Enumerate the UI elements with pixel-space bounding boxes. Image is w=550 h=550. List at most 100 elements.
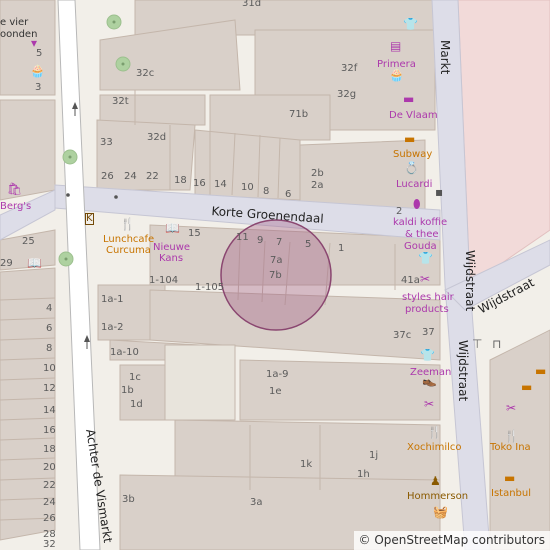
house-number: 7a xyxy=(270,255,283,266)
clothes-icon[interactable]: 👕 xyxy=(403,18,418,30)
house-number: 41a xyxy=(401,275,420,286)
house-number: 14 xyxy=(214,179,227,190)
house-number: 6 xyxy=(285,189,292,200)
attribution-link[interactable]: © OpenStreetMap contributors xyxy=(353,531,550,550)
house-number: 2b xyxy=(311,168,324,179)
house-number: 22 xyxy=(146,171,159,182)
clothes-icon-zeeman[interactable]: 👕 xyxy=(420,349,435,361)
house-number: 24 xyxy=(43,497,56,508)
house-number: 18 xyxy=(43,444,56,455)
poi-label-primera[interactable]: Primera xyxy=(377,59,416,70)
house-number: 3b xyxy=(122,494,135,505)
house-number: 1a-10 xyxy=(110,347,139,358)
house-number: 33 xyxy=(100,137,113,148)
restaurant-icon-lunchcafe[interactable]: 🍴 xyxy=(120,218,135,230)
house-number: 7b xyxy=(269,270,282,281)
poi-label-berg[interactable]: Berg's xyxy=(0,201,31,212)
house-number: 26 xyxy=(101,171,114,182)
house-number: 25 xyxy=(22,236,35,247)
house-number: 11 xyxy=(236,232,249,243)
house-number: 5 xyxy=(305,239,312,250)
house-number: 15 xyxy=(188,228,201,239)
clothes-icon-41a[interactable]: 👕 xyxy=(418,252,433,264)
house-number: 1k xyxy=(300,459,313,470)
poi-label-vier-1[interactable]: e vier xyxy=(0,17,28,28)
house-number: 71b xyxy=(289,109,309,120)
house-number: 1d xyxy=(130,399,143,410)
house-number: 1-105 xyxy=(195,282,225,293)
poi-label-istanbul[interactable]: Istanbul xyxy=(491,488,531,499)
hairdresser-icon[interactable]: ✂ xyxy=(420,273,430,285)
house-number: 1-104 xyxy=(149,275,179,286)
house-number: 32c xyxy=(136,68,155,79)
poi-label-styles-2[interactable]: products xyxy=(405,304,449,315)
house-number: 1 xyxy=(338,243,345,254)
shop-icon-berg[interactable]: 🛍 xyxy=(7,183,22,195)
poi-label-lucardi[interactable]: Lucardi xyxy=(396,179,432,190)
bakery-icon[interactable]: 🧁 xyxy=(389,69,404,81)
supermarket-icon[interactable]: 🧺 xyxy=(433,506,448,518)
restaurant-icon[interactable]: 🍴 xyxy=(427,426,442,438)
house-number: 16 xyxy=(193,178,206,189)
jewelry-icon[interactable]: 💍 xyxy=(404,162,419,174)
poi-label-hommerson[interactable]: Hommerson xyxy=(407,491,468,502)
fast-food-icon-istanbul[interactable]: ▬ xyxy=(504,472,515,484)
house-number: 1j xyxy=(369,450,379,461)
house-number: 18 xyxy=(174,175,187,186)
house-number: 26 xyxy=(43,513,56,524)
poi-label-nieuwe-kans-1[interactable]: Nieuwe xyxy=(153,242,190,253)
poi-label-kaldi-3[interactable]: Gouda xyxy=(404,241,437,252)
house-number: 32f xyxy=(341,63,358,74)
toy-icon[interactable]: ♟ xyxy=(430,475,441,487)
fast-food-icon-right[interactable]: ▬ xyxy=(535,365,546,377)
bench-icon-2: ⊓ xyxy=(492,337,502,351)
house-number: 10 xyxy=(43,363,56,374)
newsagent-icon[interactable]: ▤ xyxy=(390,40,401,52)
poi-label-vier-2[interactable]: oonden xyxy=(0,29,37,40)
poi-label-subway[interactable]: Subway xyxy=(393,149,432,160)
house-number: 32d xyxy=(147,132,167,143)
house-number: 20 xyxy=(43,462,56,473)
house-number: 3a xyxy=(250,497,263,508)
house-number: 1e xyxy=(269,386,282,397)
street-wijdstraat-vertical-2: Wijdstraat xyxy=(456,340,470,402)
fast-food-icon-right-2[interactable]: ▬ xyxy=(521,381,532,393)
house-number: 22 xyxy=(43,480,56,491)
house-number: 1a-2 xyxy=(101,322,124,333)
poi-label-toko-ina[interactable]: Toko Ina xyxy=(490,442,531,453)
poi-label-nieuwe-kans-2[interactable]: Kans xyxy=(159,253,183,264)
poi-label-lunchcafe-1[interactable]: Lunchcafe xyxy=(103,234,154,245)
house-number: 32 xyxy=(43,539,56,550)
book-icon[interactable]: 📖 xyxy=(165,222,180,234)
book-icon-left[interactable]: 📖 xyxy=(27,257,42,269)
fast-food-icon[interactable]: ▬ xyxy=(404,133,415,145)
house-number: 3 xyxy=(35,82,42,93)
bakery-icon-devlaam[interactable]: ▬ xyxy=(403,93,414,105)
information-icon[interactable]: K xyxy=(85,213,94,225)
hairdresser-icon-2[interactable]: ✂ xyxy=(424,398,434,410)
house-number: 8 xyxy=(263,186,270,197)
house-number: 37c xyxy=(393,330,412,341)
house-number: 29 xyxy=(0,258,13,269)
poi-label-xochimilco[interactable]: Xochimilco xyxy=(407,442,462,453)
waste-basket-icon: ▪ xyxy=(435,185,444,199)
poi-label-zeeman[interactable]: Zeeman xyxy=(410,367,451,378)
house-number: 8 xyxy=(46,343,53,354)
poi-label-kaldi-1[interactable]: kaldi koffie xyxy=(393,217,447,228)
poi-label-styles-1[interactable]: styles hair xyxy=(402,292,454,303)
poi-label-de-vlaam[interactable]: De Vlaam xyxy=(389,110,438,121)
house-number: 7 xyxy=(276,237,283,248)
bench-icon: ⊤ xyxy=(472,337,483,351)
hairdresser-icon-right[interactable]: ✂ xyxy=(506,402,516,414)
house-number: 2a xyxy=(311,180,324,191)
map-canvas[interactable]: Korte Groenendaal Markt Wijdstraat Wijds… xyxy=(0,0,550,550)
house-number: 1b xyxy=(121,385,134,396)
bakery-icon-left[interactable]: 🧁 xyxy=(30,65,45,77)
poi-label-lunchcafe-2[interactable]: Curcuma xyxy=(106,245,151,256)
house-number: 32g xyxy=(337,89,357,100)
restaurant-icon-tokoina[interactable]: 🍴 xyxy=(504,430,519,442)
house-number: 5 xyxy=(36,48,43,59)
house-number: 14 xyxy=(43,405,56,416)
poi-label-kaldi-2[interactable]: & thee xyxy=(405,229,439,240)
coffee-icon[interactable]: ⬮ xyxy=(413,198,421,210)
